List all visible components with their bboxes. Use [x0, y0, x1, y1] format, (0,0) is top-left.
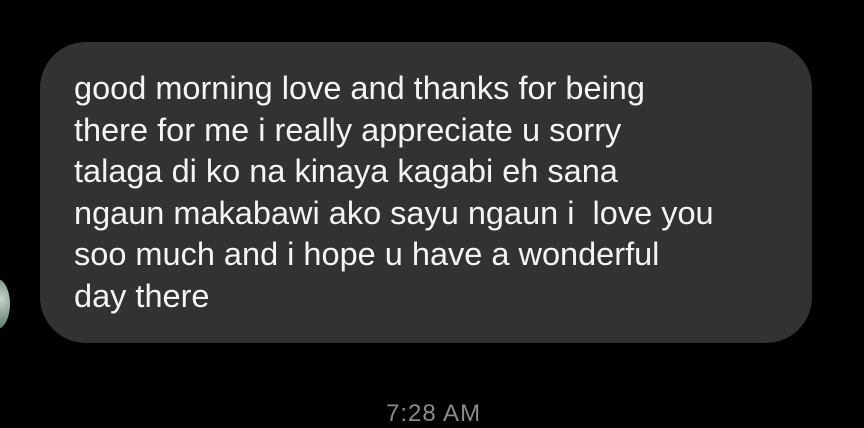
message-timestamp: 7:28 AM — [386, 400, 482, 427]
message-text: good morning love and thanks for being t… — [74, 70, 714, 314]
contact-avatar[interactable] — [0, 279, 10, 329]
message-bubble[interactable]: good morning love and thanks for being t… — [40, 42, 812, 343]
